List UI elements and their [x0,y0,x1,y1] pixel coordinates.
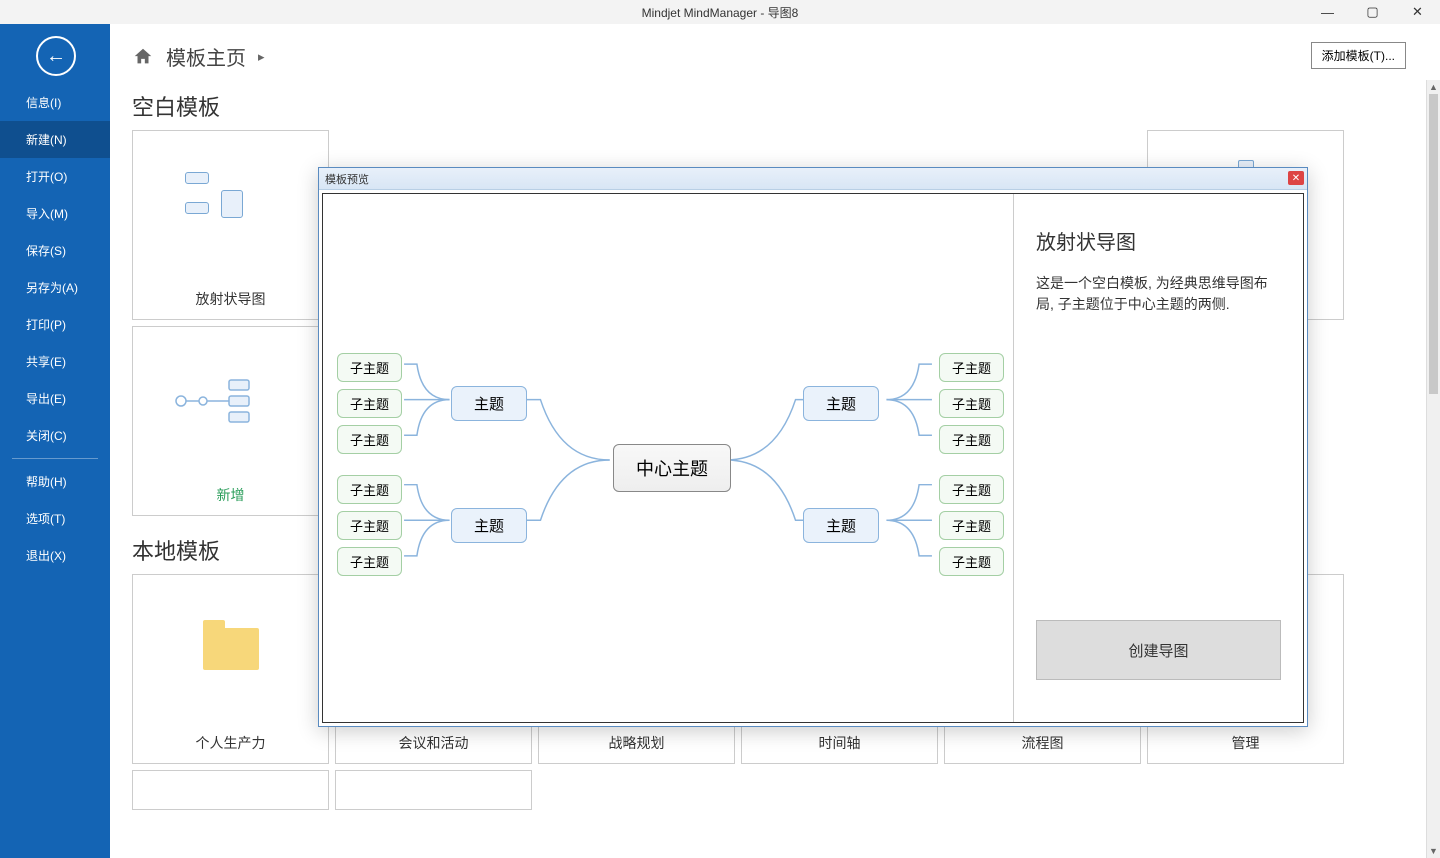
sidebar-item-print[interactable]: 打印(P) [0,306,110,343]
create-map-button[interactable]: 创建导图 [1036,620,1281,680]
backstage-sidebar: ← 信息(I) 新建(N) 打开(O) 导入(M) 保存(S) 另存为(A) 打… [0,24,110,858]
diagram-preview: 中心主题 主题 主题 主题 主题 子主题 子主题 子主题 子主题 子主题 子主题… [323,194,1013,722]
section-title-blank: 空白模板 [132,90,1404,122]
dialog-titlebar[interactable]: 模板预览 ✕ [319,168,1307,190]
sidebar-item-help[interactable]: 帮助(H) [0,463,110,500]
subtopic-node: 子主题 [939,389,1004,418]
sidebar-item-open[interactable]: 打开(O) [0,158,110,195]
subtopic-node: 子主题 [939,511,1004,540]
scroll-up-icon[interactable]: ▲ [1427,80,1440,94]
template-name: 放射状导图 [1036,226,1281,255]
topic-node: 主题 [803,508,879,543]
sidebar-item-save[interactable]: 保存(S) [0,232,110,269]
subtopic-node: 子主题 [939,547,1004,576]
add-template-button[interactable]: 添加模板(T)... [1311,42,1406,69]
subtopic-node: 子主题 [939,425,1004,454]
radial-preview-icon [161,160,301,250]
template-tile-new[interactable]: 新增 [132,326,329,516]
template-tile-radial[interactable]: 放射状导图 [132,130,329,320]
folder-icon [203,628,259,670]
home-icon[interactable] [132,46,154,68]
center-topic-node: 中心主题 [613,444,731,492]
subtopic-node: 子主题 [939,475,1004,504]
titlebar: Mindjet MindManager - 导图8 — ▢ ✕ [0,0,1440,24]
close-button[interactable]: ✕ [1395,0,1440,24]
template-preview-dialog: 模板预览 ✕ [318,167,1308,727]
folder-tile[interactable] [335,770,532,810]
breadcrumb-home[interactable]: 模板主页 [166,42,246,71]
topic-node: 主题 [451,386,527,421]
dialog-close-button[interactable]: ✕ [1288,171,1304,185]
sidebar-item-close[interactable]: 关闭(C) [0,417,110,454]
vertical-scrollbar[interactable]: ▲ ▼ [1426,80,1440,858]
sidebar-item-import[interactable]: 导入(M) [0,195,110,232]
subtopic-node: 子主题 [337,389,402,418]
topic-node: 主题 [451,508,527,543]
topic-node: 主题 [803,386,879,421]
subtopic-node: 子主题 [337,547,402,576]
scroll-down-icon[interactable]: ▼ [1427,844,1440,858]
subtopic-node: 子主题 [337,425,402,454]
breadcrumb: 模板主页 ▸ [110,24,1440,81]
folder-tile[interactable] [132,770,329,810]
template-description: 这是一个空白模板, 为经典思维导图布局, 子主题位于中心主题的两侧. [1036,273,1281,315]
sidebar-item-options[interactable]: 选项(T) [0,500,110,537]
sidebar-item-share[interactable]: 共享(E) [0,343,110,380]
subtopic-node: 子主题 [337,475,402,504]
sidebar-item-new[interactable]: 新建(N) [0,121,110,158]
dialog-info-pane: 放射状导图 这是一个空白模板, 为经典思维导图布局, 子主题位于中心主题的两侧.… [1013,194,1303,722]
subtopic-node: 子主题 [337,353,402,382]
app-title: Mindjet MindManager - 导图8 [642,4,799,21]
chevron-right-icon: ▸ [258,49,265,65]
folder-tile-productivity[interactable]: 个人生产力 [132,574,329,764]
sidebar-item-info[interactable]: 信息(I) [0,84,110,121]
arrow-left-icon: ← [46,45,66,68]
subtopic-node: 子主题 [337,511,402,540]
minimize-button[interactable]: — [1305,0,1350,24]
timeline-preview-icon [161,356,301,446]
subtopic-node: 子主题 [939,353,1004,382]
dialog-title: 模板预览 [325,171,369,187]
sidebar-item-exit[interactable]: 退出(X) [0,537,110,574]
sidebar-divider [12,458,98,459]
sidebar-item-saveas[interactable]: 另存为(A) [0,269,110,306]
maximize-button[interactable]: ▢ [1350,0,1395,24]
back-button[interactable]: ← [36,36,76,76]
scrollbar-thumb[interactable] [1429,94,1438,394]
sidebar-item-export[interactable]: 导出(E) [0,380,110,417]
